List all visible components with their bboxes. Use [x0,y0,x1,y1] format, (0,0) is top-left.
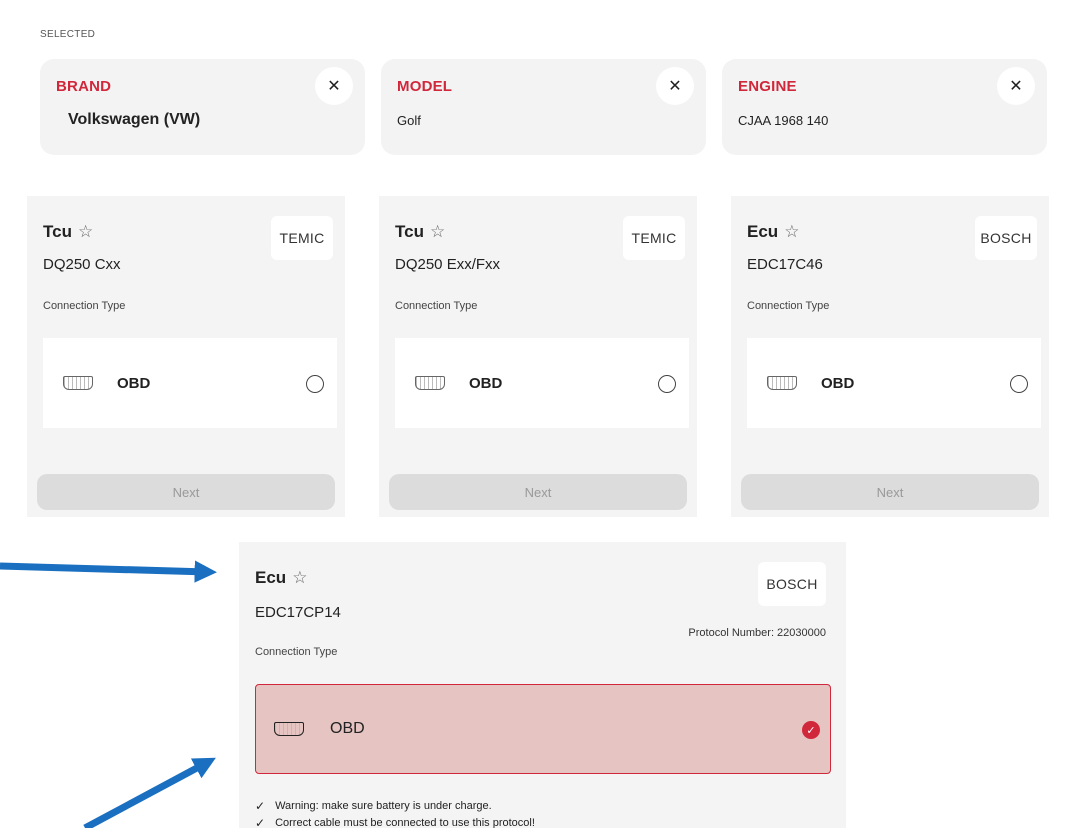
star-icon[interactable]: ☆ [784,222,799,242]
selected-brand-label: BRAND [56,78,112,95]
radio-icon[interactable] [1010,375,1028,393]
protocol-number: Protocol Number: 22030000 [688,627,826,639]
module-card: Ecu ☆ EDC17C46 BOSCH Connection Type OBD… [731,196,1049,517]
module-model: EDC17C46 [747,256,823,273]
module-title: Tcu ☆ [43,222,93,242]
connection-type-label: Connection Type [255,646,338,658]
warning-text: Correct cable must be connected to use t… [275,817,535,828]
selected-engine-value: CJAA 1968 140 [738,113,829,128]
selected-brand-card: BRAND Volkswagen (VW) ✕ [40,59,365,155]
selected-model-card: MODEL Golf ✕ [381,59,706,155]
brand-badge: BOSCH [975,216,1037,260]
connection-type-label: Connection Type [747,300,830,312]
next-button[interactable]: Next [741,474,1039,510]
obd-connector-icon [63,376,93,390]
obd-connector-icon [767,376,797,390]
check-icon: ✓ [255,816,266,828]
obd-connector-icon [274,722,304,736]
module-type: Ecu [255,568,287,587]
selected-model-value: Golf [397,113,421,128]
warning-item: ✓ Warning: make sure battery is under ch… [255,799,492,813]
close-icon[interactable]: ✕ [315,67,353,105]
arrow-annotation [0,560,217,583]
module-model: DQ250 Exx/Fxx [395,256,501,273]
connection-option-label: OBD [821,374,855,392]
next-button[interactable]: Next [389,474,687,510]
connection-option-label: OBD [117,374,151,392]
selected-model-label: MODEL [397,78,453,95]
module-type: Ecu [747,222,779,241]
connection-option-label: OBD [469,374,503,392]
check-circle-icon[interactable]: ✓ [802,721,820,739]
star-icon[interactable]: ☆ [78,222,93,242]
connection-option-obd[interactable]: OBD [43,338,337,428]
module-title: Ecu ☆ [255,568,307,588]
module-model: DQ250 Cxx [43,256,121,273]
warning-text: Warning: make sure battery is under char… [275,800,492,812]
next-button[interactable]: Next [37,474,335,510]
close-icon[interactable]: ✕ [997,67,1035,105]
connection-option-obd[interactable]: OBD [747,338,1041,428]
selected-brand-value: Volkswagen (VW) [68,111,201,128]
radio-icon[interactable] [658,375,676,393]
radio-icon[interactable] [306,375,324,393]
connection-option-obd[interactable]: OBD [395,338,689,428]
module-type: Tcu [43,222,72,241]
module-title: Ecu ☆ [747,222,799,242]
check-icon: ✓ [255,799,266,813]
module-type: Tcu [395,222,424,241]
selected-engine-card: ENGINE CJAA 1968 140 ✕ [722,59,1047,155]
module-card: Tcu ☆ DQ250 Exx/Fxx TEMIC Connection Typ… [379,196,697,517]
connection-option-obd-selected[interactable]: OBD ✓ [255,684,831,774]
brand-badge: TEMIC [271,216,333,260]
arrow-annotation [83,757,216,828]
connection-type-label: Connection Type [43,300,126,312]
module-card: Tcu ☆ DQ250 Cxx TEMIC Connection Type OB… [27,196,345,517]
module-model: EDC17CP14 [255,604,341,621]
warning-item: ✓ Correct cable must be connected to use… [255,816,535,828]
module-title: Tcu ☆ [395,222,445,242]
selected-engine-label: ENGINE [738,78,797,95]
brand-badge: TEMIC [623,216,685,260]
connection-option-label: OBD [330,720,365,737]
connection-type-label: Connection Type [395,300,478,312]
obd-connector-icon [415,376,445,390]
section-label-selected: SELECTED [40,29,96,40]
selected-module-card: Ecu ☆ EDC17CP14 BOSCH Protocol Number: 2… [239,542,846,828]
close-icon[interactable]: ✕ [656,67,694,105]
brand-badge: BOSCH [758,562,826,606]
star-icon[interactable]: ☆ [430,222,445,242]
star-icon[interactable]: ☆ [292,568,307,588]
